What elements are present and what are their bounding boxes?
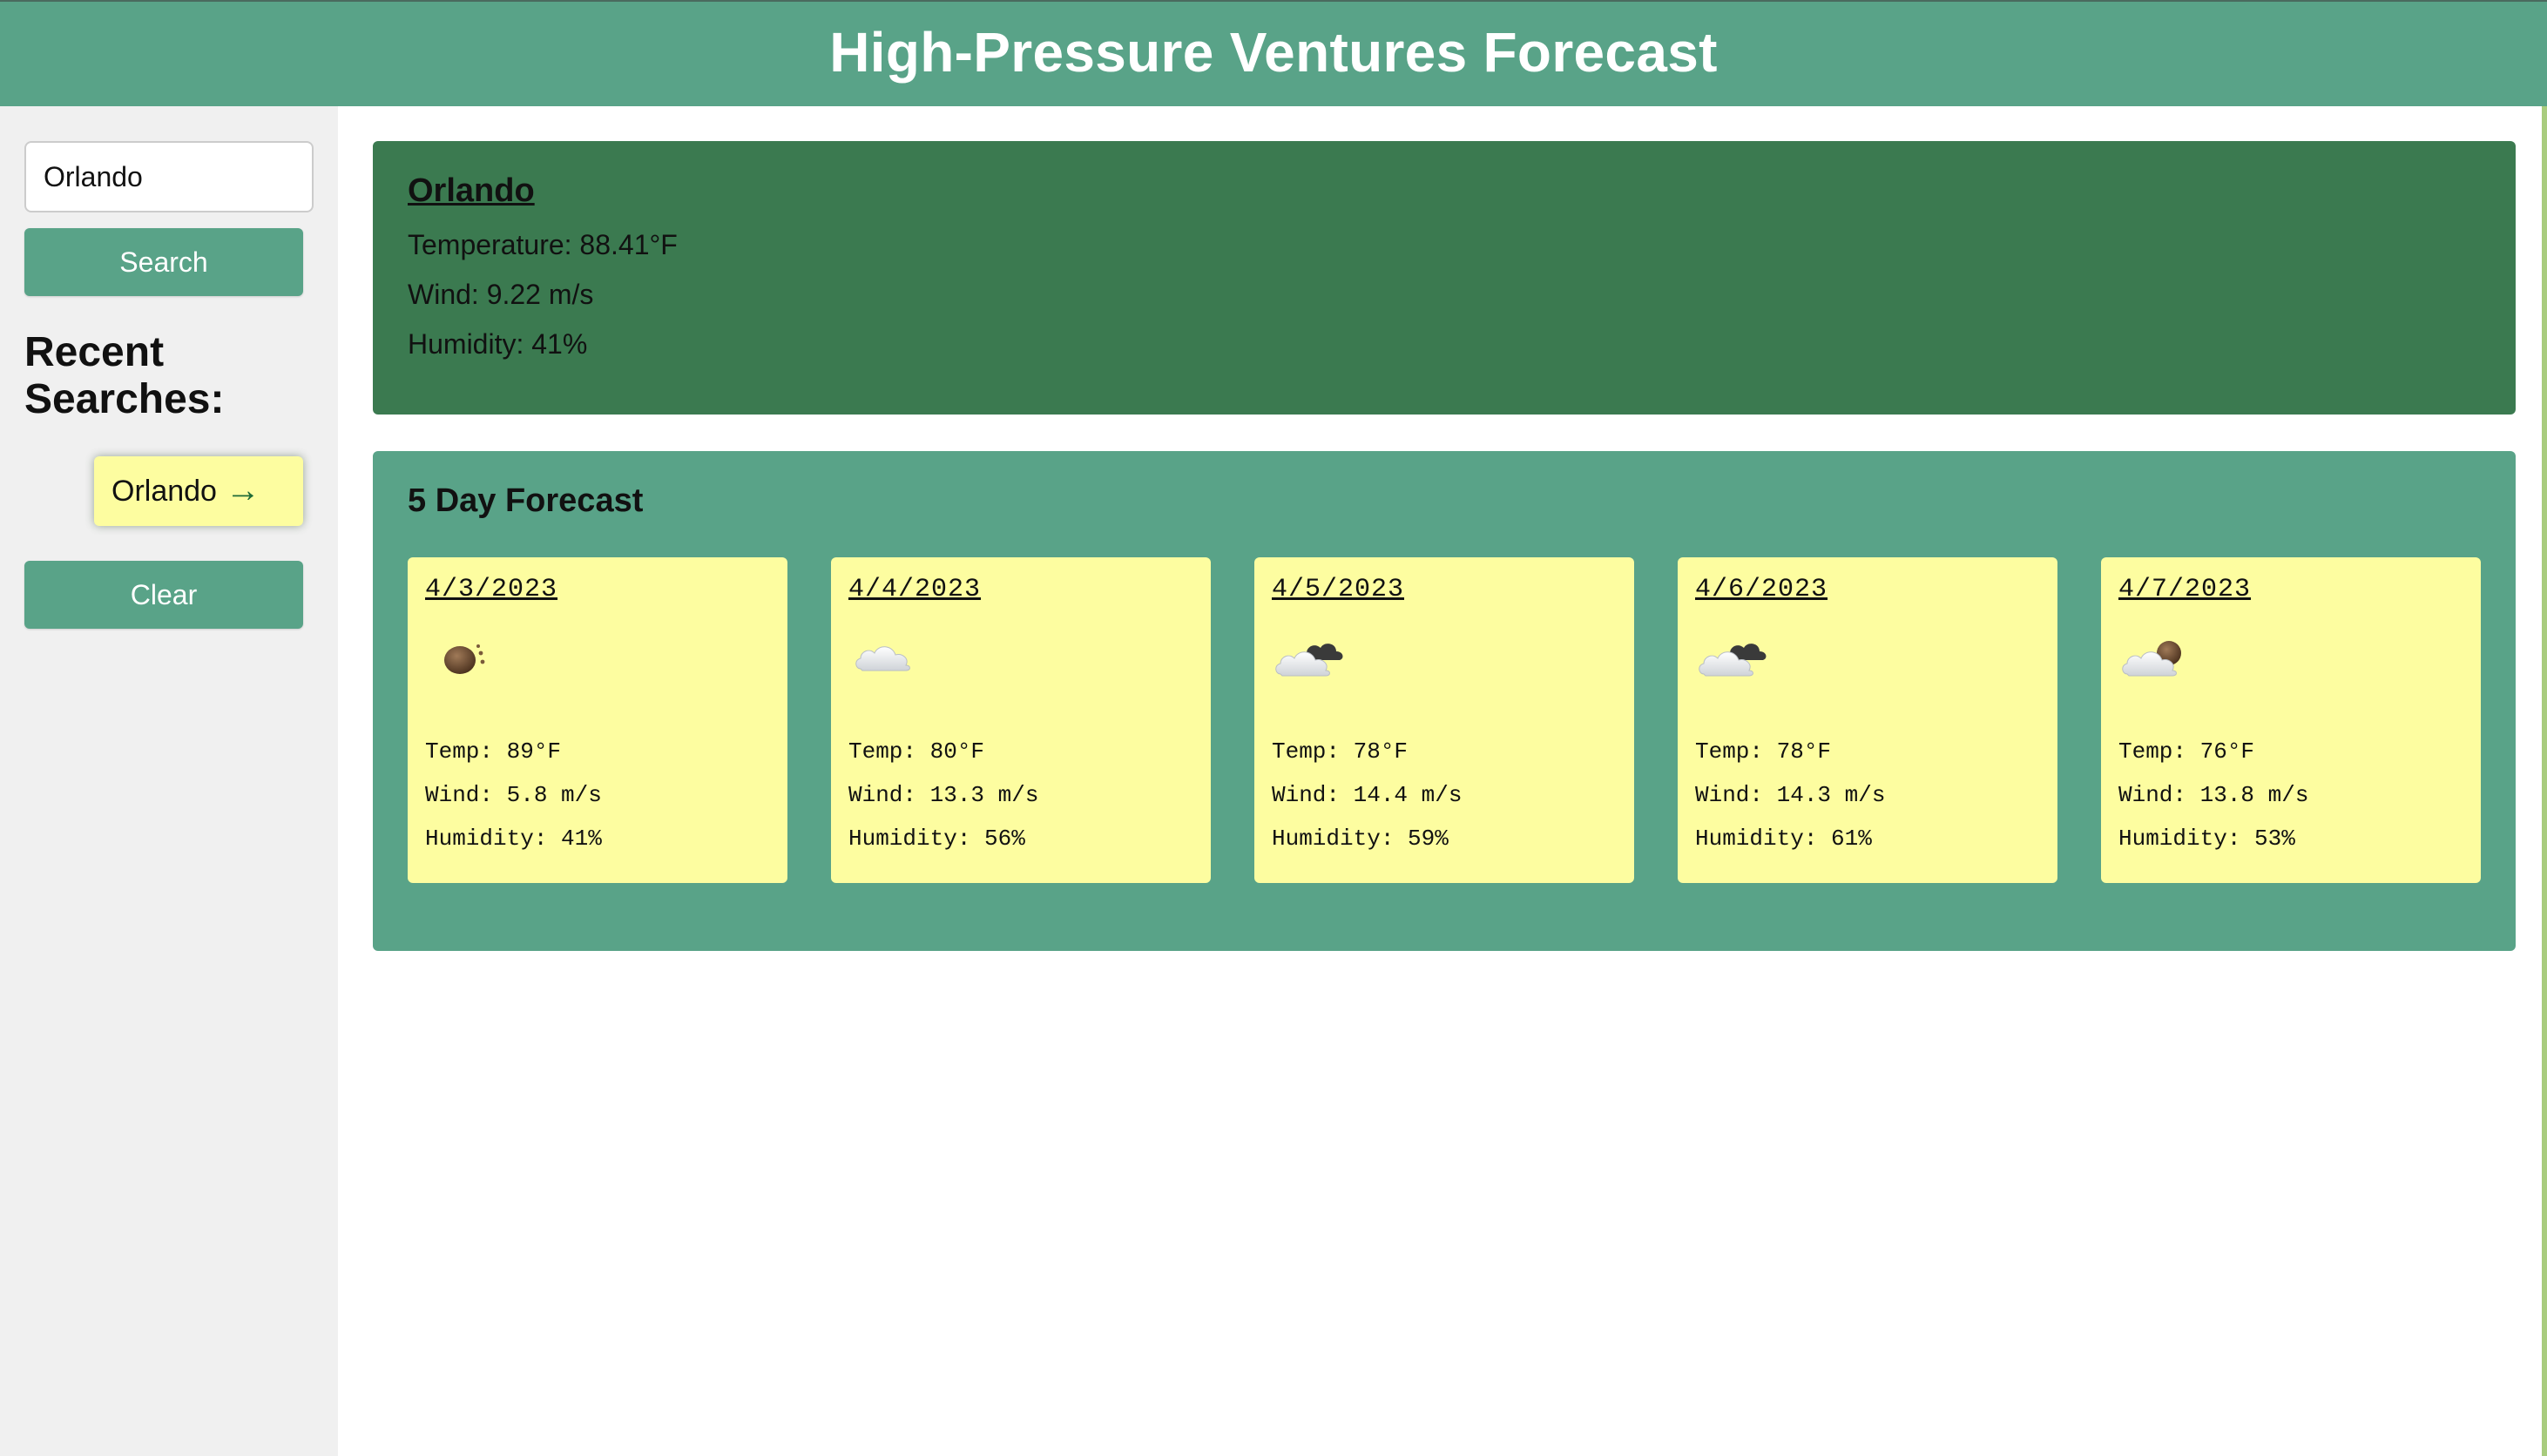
recent-search-label: Orlando (111, 474, 217, 508)
current-weather-panel: Orlando Temperature: 88.41°F Wind: 9.22 … (373, 141, 2516, 415)
forecast-temp: Temp: 78°F (1695, 738, 1832, 765)
search-button[interactable]: Search (24, 228, 303, 296)
forecast-cards: 4/3/2023 Temp: 89°F Wind: 5.8 m/s Humidi… (408, 557, 2481, 883)
forecast-temp: Temp: 78°F (1272, 738, 1409, 765)
forecast-date: 4/6/2023 (1695, 575, 1828, 604)
arrow-right-icon: → (225, 471, 260, 509)
cloud-dark-cloud-icon (1275, 644, 1343, 677)
current-wind: Wind: 9.22 m/s (408, 279, 594, 310)
forecast-card: 4/7/2023 Temp: 76°F Wind: 13.8 m/s Humid… (2101, 557, 2481, 883)
forecast-stats: Temp: 80°F Wind: 13.3 m/s Humidity: 56% (848, 730, 1038, 860)
forecast-card: 4/3/2023 Temp: 89°F Wind: 5.8 m/s Humidi… (408, 557, 787, 883)
current-humidity: Humidity: 41% (408, 328, 588, 360)
five-day-forecast-panel: 5 Day Forecast 4/3/2023 Temp: 89°F Wind:… (373, 451, 2516, 951)
forecast-temp: Temp: 89°F (425, 738, 562, 765)
forecast-humidity: Humidity: 61% (1695, 826, 1872, 852)
forecast-stats: Temp: 76°F Wind: 13.8 m/s Humidity: 53% (2118, 730, 2308, 860)
forecast-wind: Wind: 13.8 m/s (2118, 782, 2309, 808)
cloud-dark-cloud-icon (1699, 644, 1767, 677)
forecast-wind: Wind: 13.3 m/s (848, 782, 1039, 808)
cloud-icon (855, 646, 910, 671)
forecast-card: 4/6/2023 Temp: 78°F Wind: 14.3 m/s Humid… (1678, 557, 2057, 883)
current-city-name: Orlando (408, 172, 535, 209)
forecast-wind: Wind: 14.3 m/s (1695, 782, 1886, 808)
forecast-date: 4/7/2023 (2118, 575, 2252, 604)
forecast-temp: Temp: 80°F (848, 738, 985, 765)
weather-app: High-Pressure Ventures Forecast Search R… (0, 0, 2547, 1456)
forecast-card: 4/4/2023 Temp: 80°F Wind: 13.3 m/s Humid… (831, 557, 1211, 883)
app-title: High-Pressure Ventures Forecast (829, 21, 1718, 84)
forecast-date: 4/5/2023 (1272, 575, 1405, 604)
forecast-temp: Temp: 76°F (2118, 738, 2255, 765)
app-header: High-Pressure Ventures Forecast (0, 0, 2547, 106)
forecast-humidity: Humidity: 59% (1272, 826, 1449, 852)
forecast-humidity: Humidity: 41% (425, 826, 602, 852)
dark-sun-icon (444, 644, 485, 674)
forecast-humidity: Humidity: 56% (848, 826, 1025, 852)
recent-search-item[interactable]: Orlando → (94, 456, 303, 526)
forecast-humidity: Humidity: 53% (2118, 826, 2295, 852)
recent-searches-heading: Recent Searches: (24, 329, 225, 422)
forecast-date: 4/3/2023 (425, 575, 558, 604)
forecast-stats: Temp: 78°F Wind: 14.3 m/s Humidity: 61% (1695, 730, 1885, 860)
current-temperature: Temperature: 88.41°F (408, 229, 678, 260)
clear-button[interactable]: Clear (24, 561, 303, 629)
forecast-stats: Temp: 78°F Wind: 14.4 m/s Humidity: 59% (1272, 730, 1462, 860)
forecast-stats: Temp: 89°F Wind: 5.8 m/s Humidity: 41% (425, 730, 602, 860)
forecast-card: 4/5/2023 Temp: 78°F Wind: 14.4 m/s Humid… (1254, 557, 1634, 883)
city-search-input[interactable] (24, 141, 314, 212)
forecast-date: 4/4/2023 (848, 575, 982, 604)
forecast-wind: Wind: 14.4 m/s (1272, 782, 1463, 808)
forecast-heading: 5 Day Forecast (408, 482, 644, 519)
sidebar: Search Recent Searches: Orlando → Clear (0, 106, 338, 1456)
window-edge (2542, 106, 2547, 1456)
cloud-dark-sun-icon (2122, 641, 2181, 677)
forecast-wind: Wind: 5.8 m/s (425, 782, 602, 808)
